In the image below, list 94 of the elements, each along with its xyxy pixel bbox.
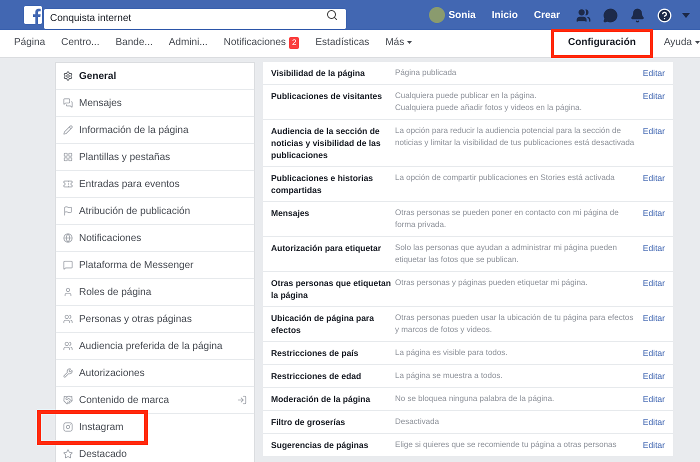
search-icon[interactable] [326, 9, 338, 21]
page-tab[interactable]: Estadísticas [307, 30, 378, 57]
sidebar-item[interactable]: Plataforma de Messenger [56, 252, 254, 279]
setting-value: Solo las personas que ayudan a administrar mi página pueden etiquetar las fotos que se publican. [395, 242, 618, 266]
setting-value: No se bloquea ninguna palabra de la página. [395, 393, 556, 405]
sidebar-item[interactable]: Contenido de marca [56, 387, 254, 414]
edit-link[interactable]: Editar [642, 172, 665, 184]
nav-link[interactable]: Crear [534, 8, 560, 22]
setting-label: Restricciones de país [271, 347, 360, 359]
edit-link[interactable]: Editar [642, 347, 665, 359]
person-icon [63, 287, 73, 297]
avatar-icon[interactable] [428, 7, 444, 23]
people-icon [63, 314, 73, 324]
handshake-icon [63, 395, 73, 405]
setting-label: Visibilidad de la página [271, 67, 366, 79]
page-tab[interactable]: Centro... [53, 30, 108, 57]
setting-label: Autorización para etiquetar [271, 242, 382, 254]
page-tab[interactable]: Bande... [108, 30, 161, 57]
edit-link[interactable]: Editar [642, 125, 665, 137]
sidebar-item[interactable]: Instagram [41, 414, 144, 441]
setting-label: Publicaciones de visitantes [271, 90, 384, 102]
setting-value: Elige si quieres que se recomiende tu página a otras personas [395, 439, 618, 451]
grid-icon [63, 152, 73, 162]
caret-icon [407, 41, 412, 44]
setting-value: Cualquiera puede publicar en la página. Cualquiera puede añadir fotos y videos en la página. [395, 90, 583, 114]
sidebar-item[interactable]: Mensajes [56, 90, 254, 117]
logo-icon[interactable] [24, 6, 42, 24]
chat-icon [63, 98, 73, 108]
edit-link[interactable]: Editar [642, 370, 665, 382]
camera-icon [63, 422, 73, 432]
ticket-icon [63, 179, 73, 189]
setting-value: Página publicada [395, 67, 458, 79]
edit-link[interactable]: Editar [642, 242, 665, 254]
edit-link[interactable]: Editar [642, 416, 665, 428]
page-tab[interactable]: Más [377, 30, 412, 57]
edit-link[interactable]: Editar [642, 312, 665, 324]
page-tab[interactable]: Ayuda [656, 30, 700, 57]
sidebar-item[interactable]: Atribución de publicación [56, 198, 254, 225]
setting-value: Otras personas se pueden poner en contacto con mi página de forma privada. [395, 207, 620, 231]
setting-value: Otras personas pueden usar la ubicación de tu página para efectos y marcos de fotos y videos. [395, 312, 634, 336]
sidebar-item[interactable]: Plantillas y pestañas [56, 144, 254, 171]
setting-label: Mensajes [271, 207, 310, 219]
sidebar-item[interactable]: Audiencia preferida de la página [56, 333, 254, 360]
setting-value: La opción de compartir publicaciones en Stories está activada [395, 172, 616, 184]
sidebar-item[interactable]: Roles de página [56, 279, 254, 306]
sidebar-item[interactable]: Información de la página [56, 117, 254, 144]
sidebar-item[interactable]: Notificaciones [56, 225, 254, 252]
setting-label: Otras personas que etiquetan la página [271, 277, 391, 301]
page-tab[interactable]: Notificaciones 2 [216, 30, 308, 57]
wrench-icon [63, 368, 73, 378]
setting-label: Restricciones de edad [271, 370, 362, 382]
nav-link[interactable]: Inicio [492, 8, 518, 22]
messenger-icon[interactable] [603, 8, 618, 22]
sidebar-item[interactable]: General [56, 63, 254, 90]
setting-label: Audiencia de la sección de noticias y visibilidad de las publicaciones [271, 125, 382, 161]
star-icon [63, 449, 73, 459]
people-icon [63, 341, 73, 351]
pencil-icon [63, 125, 73, 135]
edit-link[interactable]: Editar [642, 393, 665, 405]
sidebar-item[interactable]: Destacado [56, 441, 254, 462]
user-name[interactable]: Sonia [448, 8, 476, 22]
edit-link[interactable]: Editar [642, 207, 665, 219]
flag-icon [63, 206, 73, 216]
edit-link[interactable]: Editar [642, 90, 665, 102]
bell-icon[interactable] [630, 8, 645, 22]
speech-bubble-icon [63, 260, 73, 270]
globe-icon [63, 233, 73, 243]
edit-link[interactable]: Editar [642, 277, 665, 289]
count-badge: 2 [288, 36, 300, 48]
setting-label: Sugerencias de páginas [271, 439, 370, 451]
page-tab[interactable]: Configuración [552, 30, 652, 57]
setting-label: Moderación de la página [271, 393, 372, 405]
caret-icon[interactable] [682, 12, 690, 18]
sidebar-item[interactable]: Autorizaciones [56, 360, 254, 387]
caret-icon [695, 41, 700, 44]
setting-value: La página se muestra a todos. [395, 370, 504, 382]
page-tab[interactable]: Admini... [160, 30, 216, 57]
help-icon[interactable] [657, 8, 672, 22]
sidebar-item[interactable]: Personas y otras páginas [56, 306, 254, 333]
setting-label: Publicaciones e historias compartidas [271, 172, 374, 196]
setting-value: La opción para reducir la audiencia potencial para la sección de noticias y limitar la visibilidad de tus publicaciones está desactivada [395, 125, 636, 149]
setting-label: Ubicación de página para efectos [271, 312, 375, 336]
sidebar-item[interactable]: Entradas para eventos [56, 171, 254, 198]
enter-icon[interactable] [237, 395, 247, 405]
page-tab[interactable]: Página [6, 30, 54, 57]
gear-icon [63, 71, 73, 81]
people-icon[interactable] [576, 8, 591, 22]
setting-label: Filtro de groserías [271, 416, 346, 428]
edit-link[interactable]: Editar [642, 439, 665, 451]
setting-value: Otras personas y páginas pueden etiquetar mi página. [395, 277, 589, 289]
setting-value: Desactivada [395, 416, 440, 428]
setting-value: La página es visible para todos. [395, 347, 509, 359]
edit-link[interactable]: Editar [642, 67, 665, 79]
search-field[interactable]: Conquista internet [44, 8, 346, 28]
